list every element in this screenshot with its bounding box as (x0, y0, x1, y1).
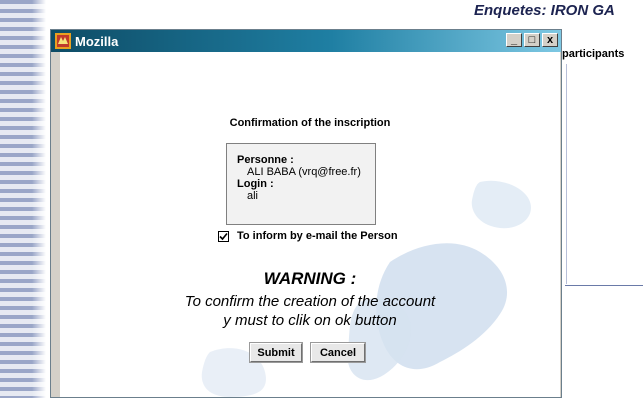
warning-line-2: y must to clik on ok button (223, 312, 397, 329)
background-page-title: Enquetes: IRON GA (474, 2, 615, 19)
person-info-box: Personne : ALI BABA (vrq@free.fr) Login … (226, 143, 376, 225)
inform-email-row: To inform by e-mail the Person (218, 230, 398, 242)
login-label: Login : (237, 178, 274, 190)
close-button[interactable]: x (542, 33, 558, 47)
background-participants-label: participants (562, 48, 625, 60)
window-title: Mozilla (75, 33, 119, 49)
personne-label: Personne : (237, 154, 294, 166)
window-titlebar[interactable]: Mozilla _ □ x (51, 30, 561, 52)
personne-value: ALI BABA (vrq@free.fr) (247, 166, 361, 178)
inform-email-checkbox[interactable] (218, 230, 229, 242)
popup-window: Mozilla _ □ x Confirmation of the inscri… (50, 29, 562, 398)
window-content: Confirmation of the inscription Personne… (60, 52, 560, 397)
submit-button[interactable]: Submit (249, 342, 303, 363)
background-divider (566, 64, 567, 284)
dialog-title: Confirmation of the inscription (229, 117, 391, 129)
background-page-stripes (0, 0, 46, 398)
checkmark-icon (219, 232, 228, 240)
inform-email-label: To inform by e-mail the Person (237, 230, 398, 242)
window-controls: _ □ x (506, 33, 558, 47)
cancel-button[interactable]: Cancel (310, 342, 366, 363)
warning-title: WARNING : (263, 269, 357, 288)
warning-line-1: To confirm the creation of the account (184, 293, 436, 310)
mozilla-app-icon[interactable] (55, 33, 71, 49)
login-value: ali (247, 190, 259, 202)
maximize-button[interactable]: □ (524, 33, 540, 47)
minimize-button[interactable]: _ (506, 33, 522, 47)
background-rule (565, 285, 643, 286)
